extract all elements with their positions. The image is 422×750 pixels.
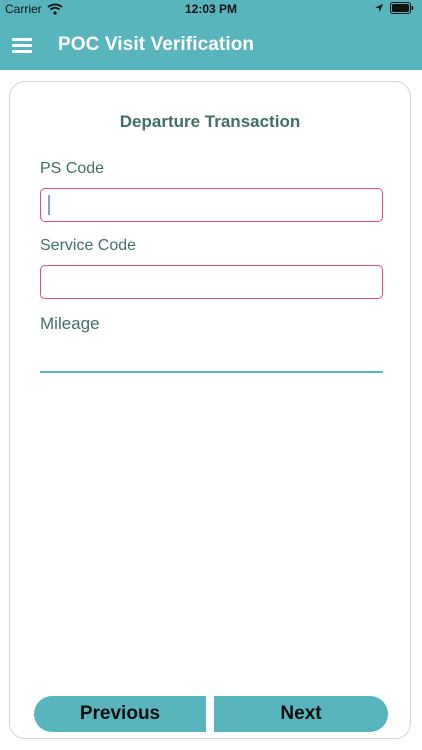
form-title: Departure Transaction xyxy=(119,112,301,131)
mileage-label: Mileage xyxy=(40,314,100,333)
hamburger-menu-icon[interactable] xyxy=(12,38,32,54)
location-arrow-icon xyxy=(375,4,383,12)
ps-code-label: PS Code xyxy=(40,160,105,177)
title-bar: POC Visit Verification xyxy=(0,22,422,66)
ps-code-input[interactable] xyxy=(40,188,383,222)
previous-button[interactable]: Previous xyxy=(34,696,206,732)
service-code-label: Service Code xyxy=(40,237,137,254)
mileage-input[interactable] xyxy=(40,371,383,373)
battery-icon xyxy=(390,2,414,14)
app-header: Carrier 12:03 PM POC Visit Verification xyxy=(0,0,422,70)
next-button[interactable]: Next xyxy=(214,696,388,732)
text-caret xyxy=(48,195,50,215)
status-right-icons xyxy=(374,2,414,14)
form-card: Departure Transaction PS Code Service Co… xyxy=(9,81,411,739)
status-bar: Carrier 12:03 PM xyxy=(0,0,422,18)
service-code-input[interactable] xyxy=(40,265,383,299)
status-time: 12:03 PM xyxy=(184,2,238,16)
app-title: POC Visit Verification xyxy=(58,34,255,55)
